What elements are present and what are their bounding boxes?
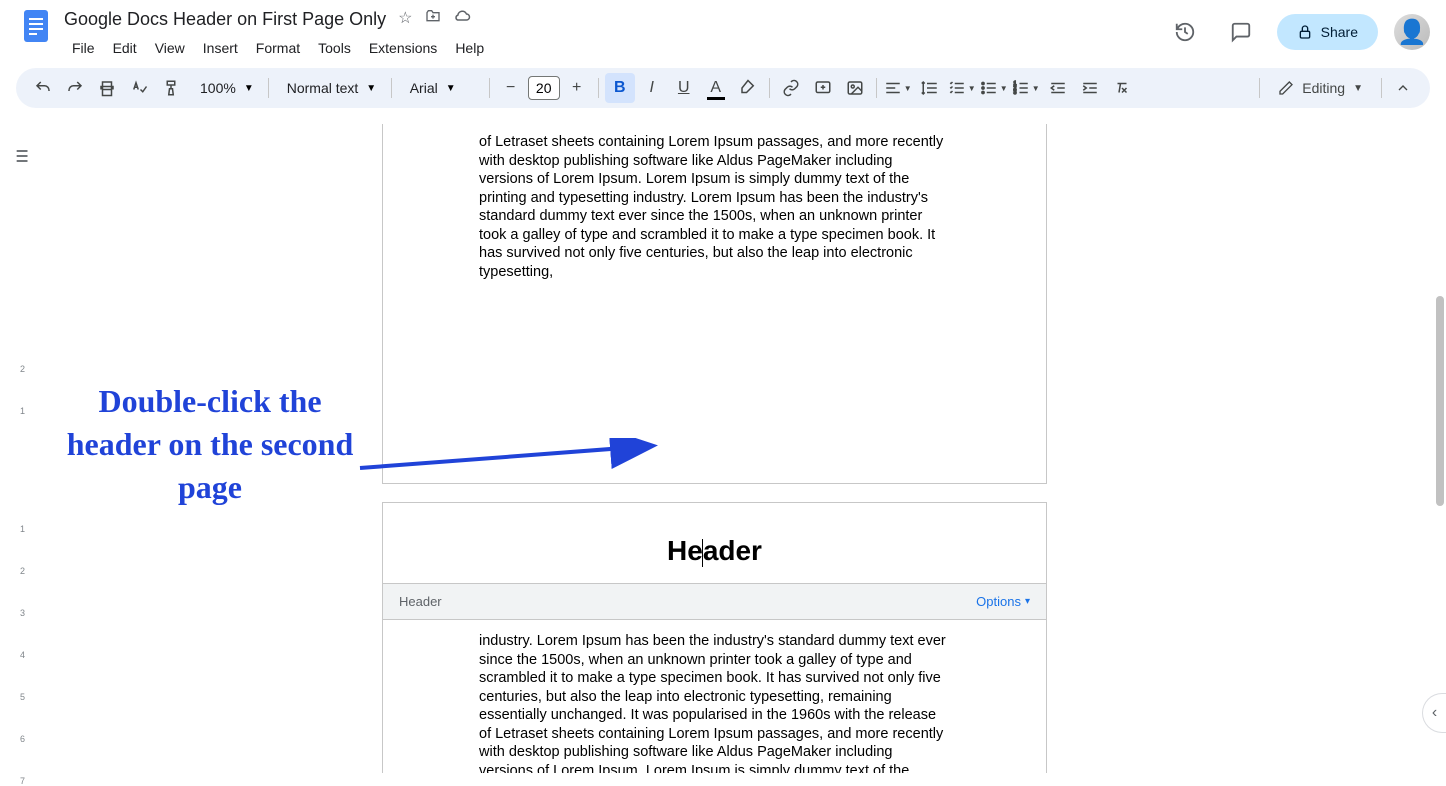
align-button[interactable]: ▼ — [883, 73, 913, 103]
separator — [876, 78, 877, 98]
style-value: Normal text — [283, 80, 363, 96]
annotation-text: Double-click the header on the second pa… — [50, 380, 370, 510]
title-icons: ☆ — [398, 8, 470, 31]
history-icon[interactable] — [1165, 12, 1205, 52]
chevron-down-icon: ▾ — [1025, 596, 1030, 607]
chevron-down-icon: ▼ — [366, 83, 376, 94]
comments-icon[interactable] — [1221, 12, 1261, 52]
style-dropdown[interactable]: Normal text ▼ — [275, 73, 385, 103]
menu-tools[interactable]: Tools — [310, 36, 359, 60]
bulleted-list-button[interactable]: ▼ — [979, 73, 1009, 103]
menu-file[interactable]: File — [64, 36, 103, 60]
scrollbar-thumb[interactable] — [1436, 296, 1444, 506]
left-gutter: 2 1 1 2 3 4 5 6 7 — [0, 124, 40, 773]
print-button[interactable] — [92, 73, 122, 103]
bold-button[interactable]: B — [605, 73, 635, 103]
add-comment-button[interactable] — [808, 73, 838, 103]
font-size-increase[interactable]: + — [562, 73, 592, 103]
pencil-icon — [1278, 80, 1294, 96]
star-icon[interactable]: ☆ — [398, 8, 412, 31]
page-2-body[interactable]: industry. Lorem Ipsum has been the indus… — [383, 620, 1046, 773]
header-content: Google Docs Header on First Page Only ☆ … — [64, 6, 1165, 62]
title-row: Google Docs Header on First Page Only ☆ — [64, 6, 1165, 32]
clear-formatting-button[interactable] — [1107, 73, 1137, 103]
lock-icon — [1297, 24, 1313, 40]
font-value: Arial — [406, 80, 442, 96]
share-label: Share — [1321, 24, 1358, 40]
menu-help[interactable]: Help — [447, 36, 492, 60]
zoom-dropdown[interactable]: 100% ▼ — [188, 73, 262, 103]
toolbar: 100% ▼ Normal text ▼ Arial ▼ − + B I U A… — [16, 68, 1430, 108]
font-size-decrease[interactable]: − — [496, 73, 526, 103]
paint-format-button[interactable] — [156, 73, 186, 103]
undo-button[interactable] — [28, 73, 58, 103]
header-label: Header — [399, 594, 442, 609]
docs-logo[interactable] — [16, 6, 56, 46]
chevron-down-icon: ▼ — [1353, 83, 1363, 94]
menu-insert[interactable]: Insert — [195, 36, 246, 60]
scrollbar-track — [1434, 130, 1444, 763]
annotation-arrow — [355, 438, 665, 488]
insert-image-button[interactable] — [840, 73, 870, 103]
checklist-button[interactable]: ▼ — [947, 73, 977, 103]
editing-label: Editing — [1302, 80, 1345, 96]
separator — [391, 78, 392, 98]
outline-toggle-icon[interactable] — [8, 144, 32, 168]
zoom-value: 100% — [196, 80, 240, 96]
chevron-down-icon: ▼ — [446, 83, 456, 94]
separator — [598, 78, 599, 98]
menu-bar: File Edit View Insert Format Tools Exten… — [64, 32, 1165, 62]
cloud-status-icon[interactable] — [453, 8, 471, 31]
move-icon[interactable] — [425, 8, 441, 31]
header-text-before: He — [667, 535, 703, 566]
separator — [1381, 78, 1382, 98]
increase-indent-button[interactable] — [1075, 73, 1105, 103]
collapse-toolbar-button[interactable] — [1388, 73, 1418, 103]
page-1-body[interactable]: of Letraset sheets containing Lorem Ipsu… — [383, 124, 1046, 281]
menu-extensions[interactable]: Extensions — [361, 36, 445, 60]
decrease-indent-button[interactable] — [1043, 73, 1073, 103]
svg-text:3: 3 — [1013, 90, 1016, 96]
header-options-dropdown[interactable]: Options ▾ — [976, 594, 1030, 609]
page-2[interactable]: Header Header Options ▾ industry. Lorem … — [382, 502, 1047, 773]
underline-button[interactable]: U — [669, 73, 699, 103]
italic-button[interactable]: I — [637, 73, 667, 103]
editing-mode-dropdown[interactable]: Editing ▼ — [1266, 73, 1375, 103]
menu-edit[interactable]: Edit — [105, 36, 145, 60]
menu-view[interactable]: View — [147, 36, 193, 60]
page-1[interactable]: of Letraset sheets containing Lorem Ipsu… — [382, 124, 1047, 484]
header-toolbar: Header Options ▾ — [383, 584, 1046, 620]
separator — [769, 78, 770, 98]
separator — [268, 78, 269, 98]
avatar[interactable]: 👤 — [1394, 14, 1430, 50]
redo-button[interactable] — [60, 73, 90, 103]
text-color-button[interactable]: A — [701, 73, 731, 103]
spellcheck-button[interactable] — [124, 73, 154, 103]
header-edit-area[interactable]: Header — [383, 503, 1046, 584]
chevron-down-icon: ▼ — [244, 83, 254, 94]
share-button[interactable]: Share — [1277, 14, 1378, 50]
menu-format[interactable]: Format — [248, 36, 308, 60]
line-spacing-button[interactable] — [915, 73, 945, 103]
numbered-list-button[interactable]: 123▼ — [1011, 73, 1041, 103]
insert-link-button[interactable] — [776, 73, 806, 103]
separator — [489, 78, 490, 98]
header-right: Share 👤 — [1165, 12, 1430, 52]
header-text-after: ader — [703, 535, 762, 566]
highlight-button[interactable] — [733, 73, 763, 103]
font-dropdown[interactable]: Arial ▼ — [398, 73, 483, 103]
separator — [1259, 78, 1260, 98]
doc-title[interactable]: Google Docs Header on First Page Only — [64, 9, 386, 30]
font-size-input[interactable] — [528, 76, 560, 100]
app-header: Google Docs Header on First Page Only ☆ … — [0, 0, 1446, 64]
